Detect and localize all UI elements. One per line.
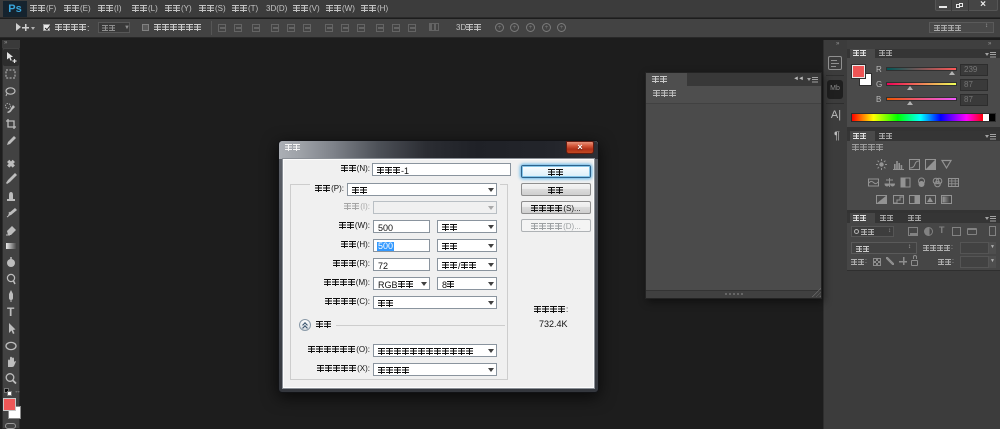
svg-text:T: T [7, 305, 15, 318]
